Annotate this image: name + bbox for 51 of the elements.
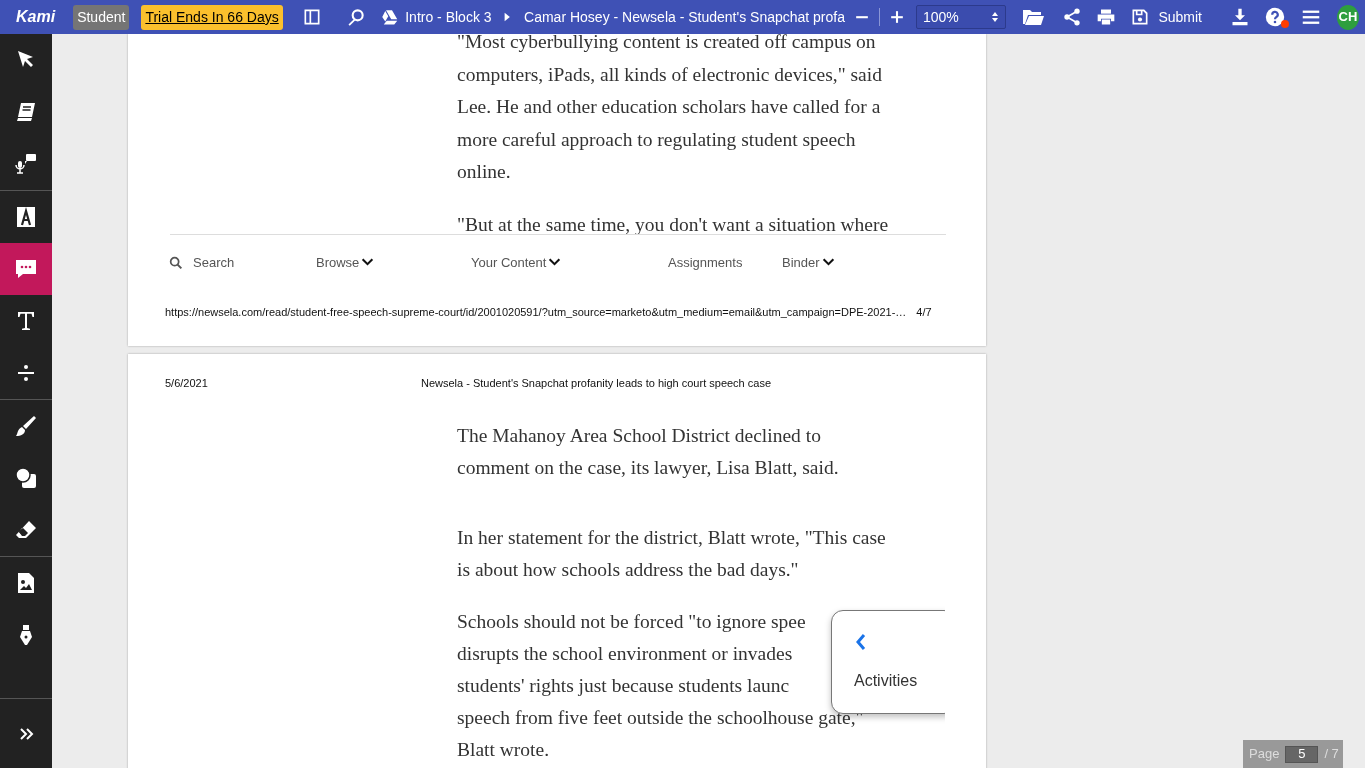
text-line: The Mahanoy Area School District declined to — [457, 423, 821, 448]
help-icon[interactable] — [1264, 6, 1286, 28]
print-icon[interactable] — [1096, 7, 1117, 27]
nav-link[interactable]: Assignments — [668, 253, 782, 273]
text-line: students' rights just because students launc — [457, 674, 790, 698]
download-icon[interactable] — [1230, 7, 1250, 27]
breadcrumb-link[interactable]: Camar Hosey - Newsela - Student's Snapchat profa — [524, 6, 845, 28]
page-date: 5/6/2021 — [165, 376, 209, 391]
highlighter-icon — [14, 205, 38, 229]
trial-link[interactable]: Trial Ends In 66 Days — [141, 4, 283, 30]
share-icon[interactable] — [1062, 7, 1083, 27]
page-total: / 7 — [1324, 745, 1339, 764]
text-line: comment on the case, its lawyer, Lisa Blatt, said. — [457, 455, 839, 480]
page-header-title: Newsela - Student's Snapchat profanity leads to high court speech case — [421, 376, 772, 391]
text-line: In her statement for the district, Blatt wrote, "This case — [457, 525, 886, 550]
text-line: more careful approach to regulating student speech — [457, 127, 856, 152]
nav-link[interactable]: Search — [168, 253, 316, 273]
microphone-comment-icon — [14, 152, 38, 176]
nav-link[interactable]: Browse — [316, 253, 471, 273]
page-url: https://newsela.com/read/student-free-speech-supreme-court/id/2001020591/?utm_source=marketo&utm_medium=email&utm_campaign=DPE-2021-… — [165, 304, 907, 320]
text-line: is about how schools address the bad days." — [457, 557, 799, 582]
text-line: Blatt wrote. — [457, 738, 550, 762]
text-line: computers, iPads, all kinds of electronic devices," said — [457, 62, 882, 87]
text-line: disrupts the school environment or invades — [457, 642, 793, 666]
breadcrumb-link[interactable]: Intro - Block 3 — [405, 6, 492, 28]
save-icon — [1130, 7, 1151, 27]
nav-link[interactable]: Binder — [782, 253, 986, 273]
text-line: online. — [457, 160, 511, 184]
shapes-icon — [14, 466, 38, 490]
select-arrows-icon — [990, 11, 999, 23]
page-number-field[interactable]: 5 — [1285, 745, 1319, 763]
page-number: 4/7 — [916, 304, 932, 320]
text-line: Lee. He and other education scholars have called for a — [457, 95, 881, 119]
page-label: Page — [1249, 745, 1280, 764]
brush-icon — [14, 414, 38, 438]
search-icon — [168, 254, 184, 271]
drive-icon[interactable] — [380, 8, 399, 26]
text-line: Schools should not be forced "to ignore spee — [457, 610, 806, 634]
panel-label: Activities — [854, 671, 919, 691]
role-badge: Student — [73, 4, 130, 30]
chevron-left-icon[interactable] — [854, 632, 868, 651]
activities-panel[interactable]: Activities — [831, 610, 945, 714]
logo: Kami — [16, 7, 56, 27]
nav-link[interactable]: Your Content — [471, 253, 668, 273]
search-icon[interactable] — [346, 7, 367, 27]
book-icon — [14, 100, 38, 124]
text-line: "Most cyberbullying content is created off campus on — [457, 34, 876, 54]
zoom-select[interactable]: 100% — [915, 5, 1006, 29]
submit-button[interactable]: Submit — [1123, 6, 1209, 28]
comment-icon — [14, 257, 38, 281]
expand-icon[interactable] — [18, 725, 34, 742]
